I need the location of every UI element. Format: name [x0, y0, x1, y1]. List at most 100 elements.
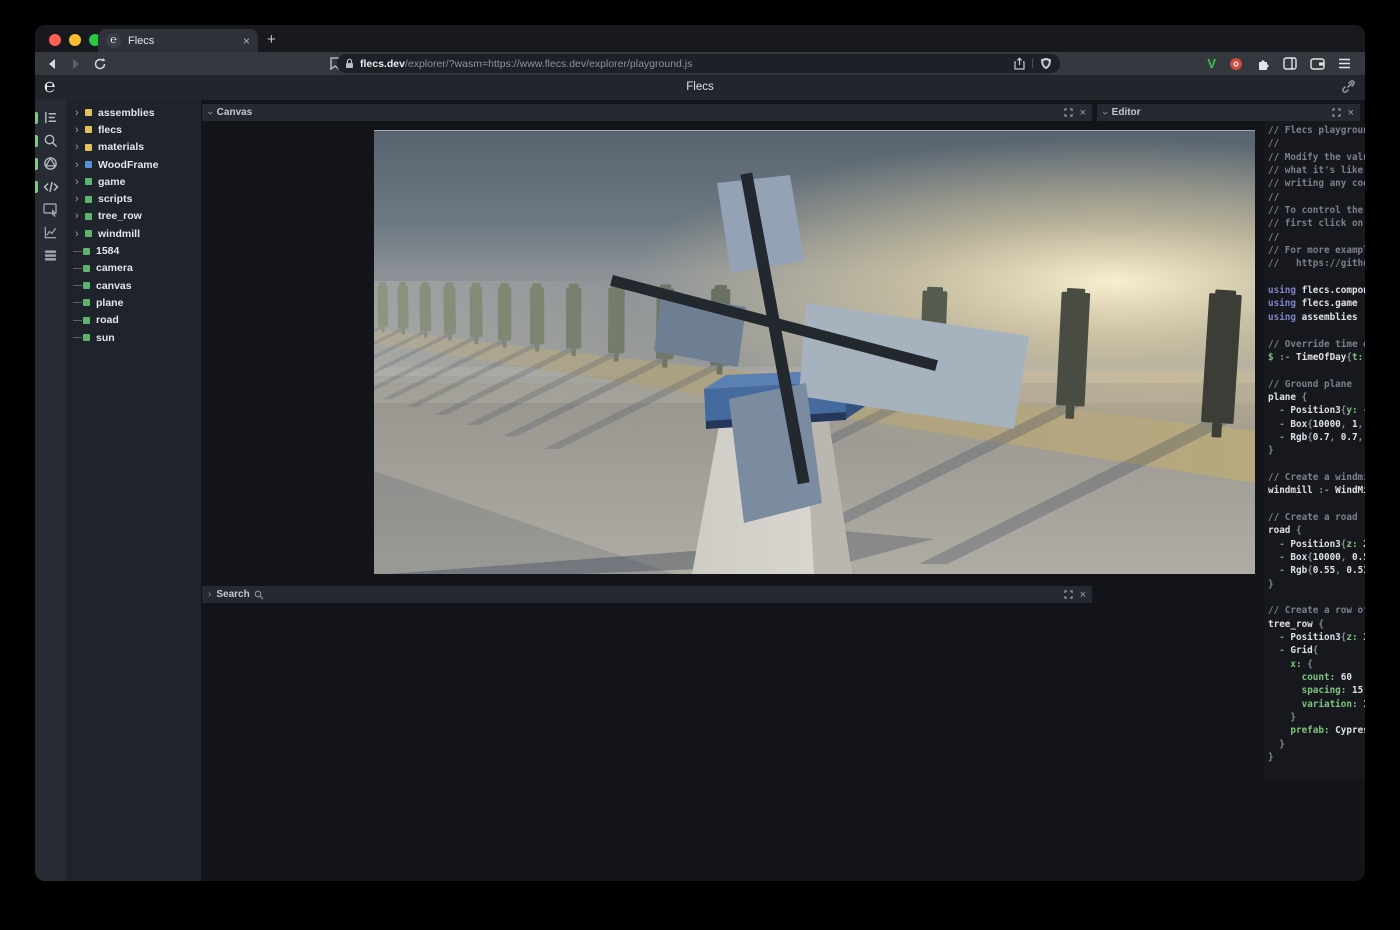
chevron-down-icon[interactable]: › — [1101, 111, 1109, 115]
tree-item[interactable]: ›windmill — [66, 225, 201, 242]
code-line: // first click on the 3D view. — [1268, 218, 1365, 231]
tree-item-label: plane — [96, 297, 123, 309]
tool-tables[interactable] — [35, 244, 66, 267]
canvas-expand-icon[interactable] — [1064, 108, 1073, 117]
search-panel-title: Search — [216, 589, 249, 600]
expand-arrow-icon[interactable]: › — [75, 125, 85, 135]
code-line: using assemblies — [1268, 312, 1365, 325]
link-icon[interactable] — [1342, 80, 1355, 93]
leaf-dash — [73, 251, 82, 252]
shield-icon[interactable] — [1040, 57, 1052, 70]
menu-icon[interactable] — [1338, 58, 1351, 69]
expand-arrow-icon[interactable]: › — [75, 229, 85, 239]
code-editor[interactable]: // Flecs playground//// Modify the value… — [1263, 121, 1365, 781]
entity-color-square — [85, 126, 92, 133]
tree-item[interactable]: 1584 — [66, 242, 201, 259]
extension-v-icon[interactable]: V — [1207, 56, 1216, 71]
tool-search[interactable] — [35, 129, 66, 152]
tool-code[interactable] — [35, 175, 66, 198]
code-line: // — [1268, 192, 1365, 205]
expand-arrow-icon[interactable]: › — [75, 211, 85, 221]
code-line: variation: 10 — [1268, 699, 1365, 712]
code-line: - Position3{y: -0.5} — [1268, 405, 1365, 418]
extension-red-icon[interactable] — [1229, 57, 1243, 71]
code-line — [1268, 325, 1365, 338]
tree-item[interactable]: sun — [66, 329, 201, 346]
code-line: // — [1268, 138, 1365, 151]
tree-item-label: assemblies — [98, 107, 155, 119]
code-line: } — [1268, 739, 1365, 752]
expand-arrow-icon[interactable]: › — [75, 194, 85, 204]
chevron-down-icon[interactable]: › — [206, 111, 214, 115]
tree-item[interactable]: ›WoodFrame — [66, 156, 201, 173]
expand-arrow-icon[interactable]: › — [75, 108, 85, 118]
code-line: // Create a road — [1268, 512, 1365, 525]
editor-expand-icon[interactable] — [1332, 108, 1341, 117]
tree-item-label: tree_row — [98, 210, 142, 222]
code-line — [1268, 272, 1365, 285]
3d-canvas[interactable] — [374, 130, 1255, 574]
minimize-window-button[interactable] — [69, 34, 81, 46]
code-line: windmill :- WindMill{height: 15} — [1268, 485, 1365, 498]
canvas-panel-title: Canvas — [217, 107, 253, 118]
tree-icon — [43, 110, 58, 125]
leaf-dash — [73, 337, 82, 338]
code-line: using flecs.game — [1268, 298, 1365, 311]
forward-button[interactable] — [69, 57, 83, 71]
code-line: - Grid{ — [1268, 645, 1365, 658]
expand-arrow-icon[interactable]: › — [75, 142, 85, 152]
tree-item[interactable]: canvas — [66, 277, 201, 294]
tree-item-label: road — [96, 314, 119, 326]
code-line: road { — [1268, 525, 1365, 538]
code-line: x: { — [1268, 659, 1365, 672]
expand-arrow-icon[interactable]: › — [75, 177, 85, 187]
tab-close-icon[interactable]: × — [243, 34, 250, 48]
search-close-icon[interactable]: × — [1080, 589, 1086, 601]
wallet-icon[interactable] — [1310, 57, 1325, 70]
tool-entities[interactable] — [35, 106, 66, 129]
tool-stats[interactable] — [35, 221, 66, 244]
tree-item-label: flecs — [98, 124, 122, 136]
code-line: // — [1268, 232, 1365, 245]
page-title: Flecs — [35, 75, 1365, 100]
expand-arrow-icon[interactable]: › — [75, 160, 85, 170]
chevron-right-icon[interactable]: › — [208, 591, 211, 599]
reload-button[interactable] — [93, 57, 107, 71]
tree-item-label: 1584 — [96, 245, 119, 257]
editor-panel-title: Editor — [1112, 107, 1141, 118]
leaf-dash — [73, 320, 82, 321]
search-expand-icon[interactable] — [1064, 590, 1073, 599]
tree-item[interactable]: ›scripts — [66, 190, 201, 207]
tree-item[interactable]: › assemblies — [66, 104, 201, 121]
tree-item[interactable]: ›materials — [66, 139, 201, 156]
code-line: $ :- TimeOfDay{t: 0.05 speed: 0.005} — [1268, 352, 1365, 365]
tool-scene[interactable] — [35, 152, 66, 175]
code-line: - Box{10000, 0.5, 15} — [1268, 552, 1365, 565]
lock-icon — [345, 58, 354, 69]
tree-item-label: canvas — [96, 280, 132, 292]
new-tab-button[interactable]: + — [267, 30, 276, 50]
entity-color-square — [83, 282, 90, 289]
code-line: // what it's like to work with an ECS wi… — [1268, 165, 1365, 178]
back-button[interactable] — [45, 57, 59, 71]
tree-item[interactable]: road — [66, 312, 201, 329]
tree-item[interactable]: camera — [66, 260, 201, 277]
code-line: spacing: 15 — [1268, 685, 1365, 698]
tree-item[interactable]: plane — [66, 294, 201, 311]
browser-tab[interactable]: ℮ Flecs × — [98, 29, 258, 52]
entity-color-square — [83, 265, 90, 272]
close-window-button[interactable] — [49, 34, 61, 46]
tool-inspector[interactable] — [35, 198, 66, 221]
share-icon[interactable] — [1014, 57, 1025, 70]
tree-item[interactable]: › flecs — [66, 121, 201, 138]
code-line: - Box{10000, 1, 10000} — [1268, 419, 1365, 432]
extensions-puzzle-icon[interactable] — [1256, 57, 1270, 71]
tree-item[interactable]: ›game — [66, 173, 201, 190]
editor-close-icon[interactable]: × — [1348, 107, 1354, 119]
sidebar-toggle-icon[interactable] — [1283, 57, 1297, 70]
search-icon — [43, 133, 58, 148]
canvas-close-icon[interactable]: × — [1080, 107, 1086, 119]
url-bar[interactable]: flecs.dev/explorer/?wasm=https://www.fle… — [337, 54, 1060, 73]
tree-item[interactable]: › tree_row — [66, 208, 201, 225]
tree-item-label: camera — [96, 262, 133, 274]
